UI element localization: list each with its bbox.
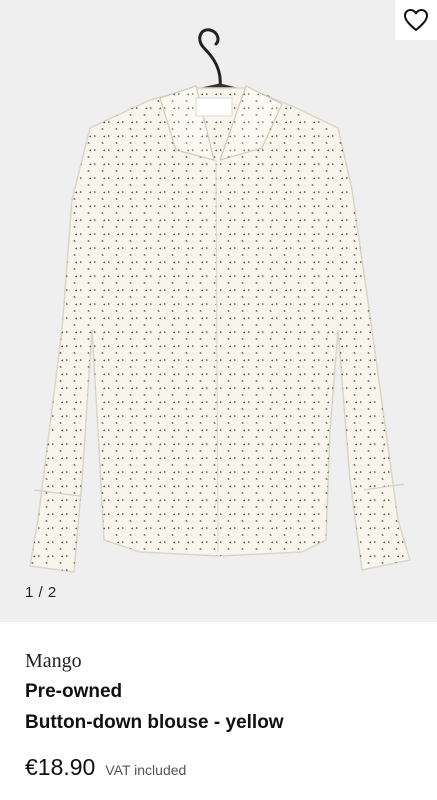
product-condition: Pre-owned [25, 681, 123, 702]
product-image[interactable] [0, 0, 437, 622]
product-title: Button-down blouse - yellow [25, 712, 284, 733]
product-price: €18.90 [25, 754, 96, 780]
heart-outline-icon [404, 9, 428, 31]
product-info: Mango Pre-owned Button-down blouse - yel… [0, 622, 437, 781]
brand-name[interactable]: Mango [25, 650, 412, 673]
price-row: €18.90 VAT included [25, 754, 412, 781]
favorite-button[interactable] [395, 0, 437, 40]
product-image-gallery[interactable]: 1 / 2 [0, 0, 437, 622]
vat-note: VAT included [105, 762, 187, 778]
image-counter: 1 / 2 [25, 584, 57, 601]
